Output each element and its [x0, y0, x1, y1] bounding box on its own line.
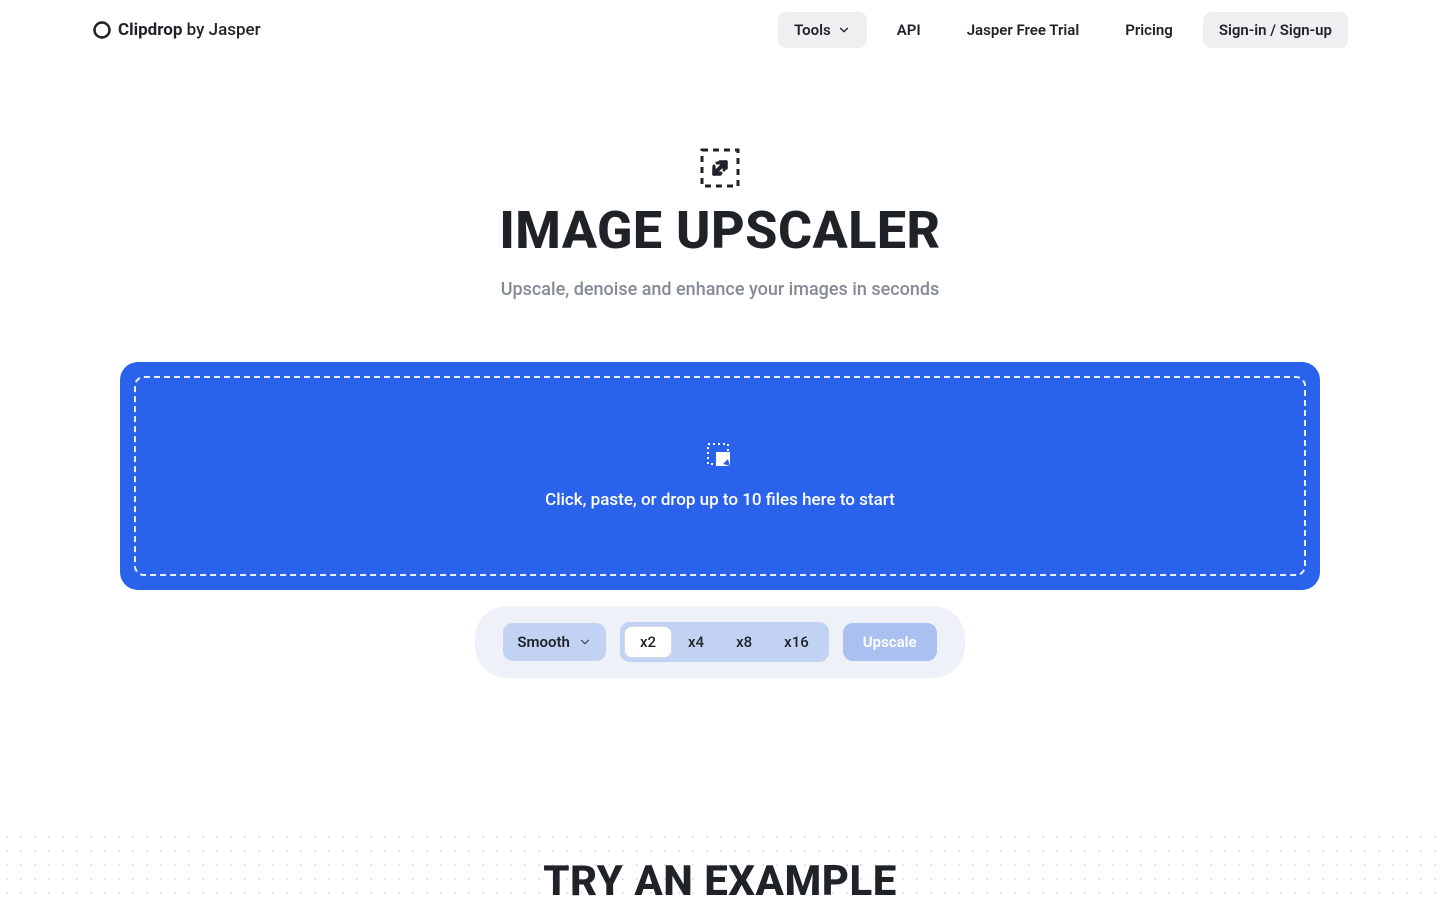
- logo-icon: [92, 20, 112, 40]
- controls-bar: Smooth x2 x4 x8 x16 Upscale: [475, 606, 965, 678]
- logo-text-light: by Jasper: [182, 20, 260, 40]
- nav-api[interactable]: API: [881, 12, 937, 48]
- chevron-down-icon: [837, 23, 851, 37]
- scale-x4[interactable]: x4: [672, 626, 720, 658]
- mode-select[interactable]: Smooth: [503, 623, 606, 661]
- upload-dropzone[interactable]: Click, paste, or drop up to 10 files her…: [120, 362, 1320, 590]
- page-subtitle: Upscale, denoise and enhance your images…: [0, 279, 1440, 300]
- scale-x2[interactable]: x2: [624, 626, 672, 658]
- nav-tools-label: Tools: [794, 21, 831, 39]
- hero-section: IMAGE UPSCALER Upscale, denoise and enha…: [0, 148, 1440, 300]
- nav-tools[interactable]: Tools: [778, 12, 867, 48]
- scale-x8[interactable]: x8: [720, 626, 768, 658]
- nav-trial[interactable]: Jasper Free Trial: [951, 12, 1096, 48]
- main-nav: Tools API Jasper Free Trial Pricing Sign…: [778, 12, 1348, 48]
- page-title: IMAGE UPSCALER: [0, 200, 1440, 261]
- example-section-title: TRY AN EXAMPLE: [543, 857, 897, 906]
- logo[interactable]: Clipdrop by Jasper: [92, 20, 261, 40]
- nav-signin[interactable]: Sign-in / Sign-up: [1203, 12, 1348, 48]
- upscaler-hero-icon: [700, 148, 740, 188]
- dropzone-inner: Click, paste, or drop up to 10 files her…: [134, 376, 1306, 576]
- dropzone-text: Click, paste, or drop up to 10 files her…: [545, 490, 895, 510]
- scale-factor-group: x2 x4 x8 x16: [620, 622, 829, 662]
- chevron-down-icon: [578, 635, 592, 649]
- drag-drop-icon: [706, 442, 734, 470]
- mode-select-label: Smooth: [517, 633, 570, 651]
- scale-x16[interactable]: x16: [768, 626, 825, 658]
- logo-text-strong: Clipdrop: [118, 20, 182, 40]
- nav-pricing[interactable]: Pricing: [1109, 12, 1189, 48]
- upscale-button[interactable]: Upscale: [843, 623, 937, 661]
